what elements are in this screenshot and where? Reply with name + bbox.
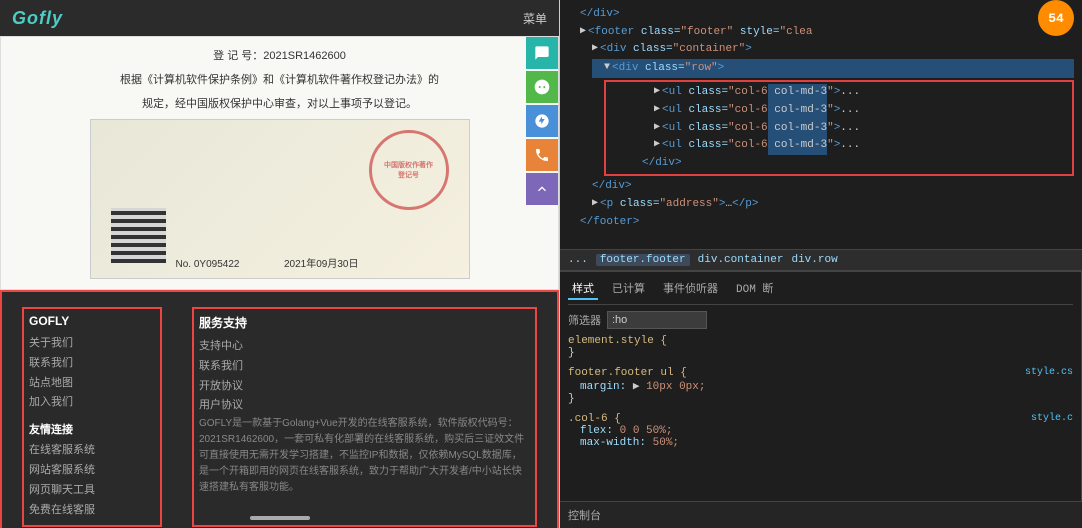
- cert-qr-code: [111, 208, 166, 263]
- cert-image: 中国版权作著作登记号 No. 0Y095422 2021年09月30日: [90, 119, 470, 279]
- devtools-bottom: 样式 已计算 事件侦听器 DOM 断 筛选器 element.style { }…: [560, 271, 1082, 501]
- cert-stamp: 中国版权作著作登记号: [369, 130, 449, 210]
- css-rule-col6: .col-6 { style.c flex: 0 0 50%; max-widt…: [568, 413, 1073, 449]
- sidebar-btn-wechat[interactable]: [526, 71, 558, 103]
- html-p-address[interactable]: ▶ <p class="address">…</p>: [568, 196, 1074, 214]
- devtools-html-area: </div> ▶ <footer class="footer" style="c…: [560, 0, 1082, 249]
- footer-link-online1[interactable]: 在线客服系统: [29, 441, 155, 461]
- sidebar-btn-qq[interactable]: [526, 105, 558, 137]
- browser-menu[interactable]: 菜单: [523, 10, 547, 27]
- tab-styles[interactable]: 样式: [568, 278, 598, 300]
- footer-row: GOFLY 关于我们 联系我们 站点地图 加入我们 友情连接 在线客服系统 网站…: [22, 307, 537, 527]
- footer-link-contact2[interactable]: 联系我们: [199, 357, 530, 377]
- footer-col2-heading: 服务支持: [199, 314, 530, 331]
- footer-link-support[interactable]: 支持中心: [199, 337, 530, 357]
- footer-col2-links: 支持中心 联系我们 开放协议 用户协议: [199, 337, 530, 416]
- css-rule-element: element.style { }: [568, 335, 1073, 359]
- footer-sub-heading: 友情连接: [29, 421, 155, 437]
- footer-link-online2[interactable]: 网站客服系统: [29, 461, 155, 481]
- footer-link-join[interactable]: 加入我们: [29, 393, 155, 413]
- filter-input[interactable]: [607, 311, 707, 329]
- tab-dom[interactable]: DOM 断: [732, 278, 777, 300]
- html-closediv2: </div>: [606, 155, 1072, 173]
- footer-col1-links: 关于我们 联系我们 站点地图 加入我们: [29, 334, 155, 413]
- sidebar-btn-phone[interactable]: [526, 139, 558, 171]
- breadcrumb-container[interactable]: div.container: [698, 254, 784, 266]
- footer-col-right: 服务支持 支持中心 联系我们 开放协议 用户协议 GOFLY是一款基于Golan…: [192, 307, 537, 527]
- footer-link-online3[interactable]: 网页聊天工具: [29, 481, 155, 501]
- devtools-panel: </div> ▶ <footer class="footer" style="c…: [560, 0, 1082, 528]
- html-line-container[interactable]: ▶ <div class="container">: [568, 41, 1074, 59]
- html-ul-2[interactable]: ▶ <ul class="col-6 col-md-3">...: [606, 102, 1072, 120]
- footer-section: GOFLY 关于我们 联系我们 站点地图 加入我们 友情连接 在线客服系统 网站…: [0, 290, 559, 528]
- html-ul-1[interactable]: ▶ <ul class="col-6 col-md-3">...: [606, 84, 1072, 102]
- styles-tabs: 样式 已计算 事件侦听器 DOM 断: [568, 278, 1073, 305]
- tab-events[interactable]: 事件侦听器: [659, 278, 722, 300]
- breadcrumb-dots[interactable]: ...: [568, 254, 588, 266]
- footer-col-left: GOFLY 关于我们 联系我们 站点地图 加入我们 友情连接 在线客服系统 网站…: [22, 307, 162, 527]
- browser-content: 登 记 号：2021SR1462600 根据《计算机软件保护条例》和《计算机软件…: [0, 36, 559, 528]
- sidebar-btn-chat[interactable]: [526, 37, 558, 69]
- footer-link-about[interactable]: 关于我们: [29, 334, 155, 354]
- cert-no: No. 0Y095422: [176, 259, 240, 270]
- tab-computed[interactable]: 已计算: [608, 278, 649, 300]
- devtools-styles: 样式 已计算 事件侦听器 DOM 断 筛选器 element.style { }…: [560, 272, 1082, 501]
- html-closefooter: </footer>: [568, 214, 1074, 232]
- html-line-row-highlighted[interactable]: ▼ <div class="row">: [592, 59, 1074, 79]
- cert-section: 登 记 号：2021SR1462600 根据《计算机软件保护条例》和《计算机软件…: [0, 36, 559, 290]
- css-rule-footer-ul: footer.footer ul { style.cs margin: ▶ 10…: [568, 367, 1073, 405]
- filter-row: 筛选器: [568, 311, 1073, 329]
- cert-rule1: 根据《计算机软件保护条例》和《计算机软件著作权登记办法》的: [120, 71, 439, 87]
- footer-col1-sub-links: 在线客服系统 网站客服系统 网页聊天工具 免费在线客服: [29, 441, 155, 520]
- browser-panel: Gofly 菜单 登 记 号：2021SR1462600 根据《计算机软件保护条…: [0, 0, 560, 528]
- html-closediv3: </div>: [568, 178, 1074, 196]
- footer-col1-heading: GOFLY: [29, 314, 155, 328]
- sidebar-buttons: [526, 37, 558, 205]
- scrollbar[interactable]: [250, 516, 310, 520]
- footer-link-sitemap[interactable]: 站点地图: [29, 374, 155, 394]
- html-ul-4[interactable]: ▶ <ul class="col-6 col-md-3">...: [606, 137, 1072, 155]
- browser-topbar: Gofly 菜单: [0, 0, 559, 36]
- breadcrumb-row[interactable]: div.row: [791, 254, 837, 266]
- console-label[interactable]: 控制台: [568, 507, 601, 523]
- html-ul-3[interactable]: ▶ <ul class="col-6 col-md-3">...: [606, 120, 1072, 138]
- sidebar-btn-top[interactable]: [526, 173, 558, 205]
- footer-link-user[interactable]: 用户协议: [199, 396, 530, 416]
- devtools-console: 控制台: [560, 501, 1082, 528]
- cert-date: 2021年09月30日: [284, 255, 359, 270]
- breadcrumb-footer[interactable]: footer.footer: [596, 254, 690, 266]
- filter-label: 筛选器: [568, 312, 601, 328]
- footer-desc: GOFLY是一款基于Golang+Vue开发的在线客服系统，软件版权代码号：20…: [199, 416, 530, 496]
- cert-reg: 登 记 号：2021SR1462600: [213, 47, 346, 63]
- temp-value: 54: [1048, 11, 1064, 26]
- html-line-closediv: </div>: [568, 6, 1074, 24]
- footer-link-online4[interactable]: 免费在线客服: [29, 501, 155, 521]
- devtools-breadcrumb: ... footer.footer div.container div.row: [560, 249, 1082, 271]
- browser-logo: Gofly: [12, 8, 63, 29]
- devtools-html-content: </div> ▶ <footer class="footer" style="c…: [560, 0, 1082, 237]
- footer-link-contact[interactable]: 联系我们: [29, 354, 155, 374]
- footer-link-open[interactable]: 开放协议: [199, 377, 530, 397]
- cert-rule2: 规定，经中国版权保护中心审查，对以上事项予以登记。: [142, 95, 417, 111]
- temp-badge: 54: [1038, 0, 1074, 36]
- html-line-footer[interactable]: ▶ <footer class="footer" style="clea: [568, 24, 1074, 42]
- html-row-box: ▶ <ul class="col-6 col-md-3">... ▶ <ul c…: [604, 80, 1074, 176]
